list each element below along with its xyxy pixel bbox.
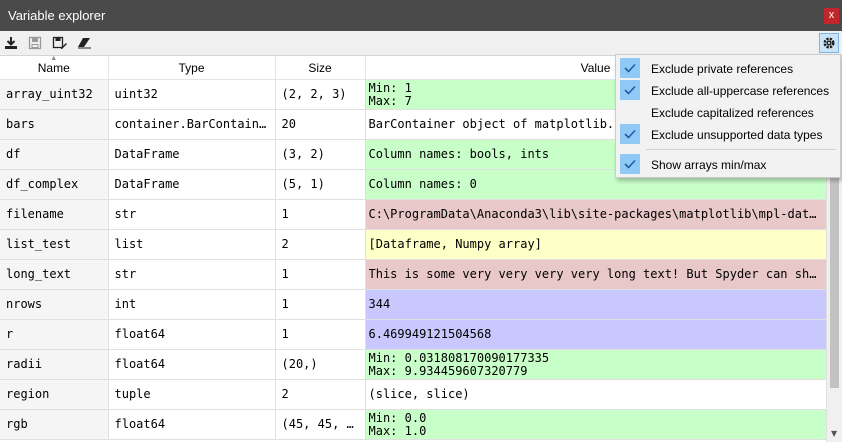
value-line: 6.469949121504568 [368,328,492,341]
gear-icon[interactable] [819,33,839,53]
value-line: [Dataframe, Numpy array] [368,238,542,251]
column-header-size[interactable]: Size [275,56,366,80]
cell-size[interactable]: (20,) [275,349,366,380]
value-line: (slice, slice) [368,388,470,401]
value-line: 344 [368,298,391,311]
cell-size[interactable]: 2 [275,379,366,410]
scrollbar-thumb[interactable] [830,174,839,388]
menu-item-exclude-unsupported[interactable]: Exclude unsupported data types [617,124,839,146]
cell-value[interactable]: (slice, slice) [365,379,826,410]
options-menu: Exclude private references Exclude all-u… [615,54,841,178]
table-row[interactable]: r float64 1 6.469949121504568 [0,319,826,350]
close-button[interactable]: x [824,8,839,24]
cell-size[interactable]: (5, 1) [275,169,366,200]
table-row[interactable]: region tuple 2 (slice, slice) [0,379,826,410]
cell-size[interactable]: 2 [275,229,366,260]
menu-separator [646,149,836,150]
value-line: Max: 1.0 [368,423,427,438]
value-line: This is some very very very very long te… [368,268,820,281]
window-title: Variable explorer [8,8,106,23]
cell-size[interactable]: (45, 45, 4) [275,409,366,440]
cell-name[interactable]: radii [0,349,109,380]
cell-type[interactable]: str [108,259,276,290]
table-row[interactable]: long_text str 1 This is some very very very… [0,259,826,290]
cell-type[interactable]: float64 [108,409,276,440]
cell-value[interactable]: [Dataframe, Numpy array] [365,229,826,260]
cell-name[interactable]: nrows [0,289,109,320]
cell-type[interactable]: str [108,199,276,230]
scroll-down-icon[interactable]: ▼ [831,429,837,438]
table-row[interactable]: list_test list 2 [Dataframe, Numpy array] [0,229,826,260]
cell-value[interactable]: Min: 0.031808170090177335 Max: 9.93445960… [365,349,826,380]
cell-type[interactable]: uint32 [108,79,276,110]
menu-item-exclude-capitalized[interactable]: Exclude capitalized references [617,102,839,124]
menu-item-show-minmax[interactable]: Show arrays min/max [617,154,839,176]
cell-name[interactable]: array_uint32 [0,79,109,110]
table-row[interactable]: rgb float64 (45, 45, 4) Min: 0.0 Max: 1.0 [0,409,826,440]
sort-arrow-icon: ▲ [50,56,58,62]
cell-name[interactable]: bars [0,109,109,140]
cell-name[interactable]: long_text [0,259,109,290]
cell-type[interactable]: DataFrame [108,169,276,200]
cell-size[interactable]: 1 [275,319,366,350]
cell-size[interactable]: 20 [275,109,366,140]
check-icon [620,154,640,174]
cell-name[interactable]: rgb [0,409,109,440]
check-icon [620,58,640,78]
save-data-icon[interactable] [26,34,44,52]
check-icon [620,124,640,144]
value-line: Min: 0.031808170090177335 [368,351,550,365]
cell-name[interactable]: region [0,379,109,410]
cell-type[interactable]: tuple [108,379,276,410]
cell-size[interactable]: (3, 2) [275,139,366,170]
save-as-icon[interactable] [51,34,69,52]
value-line: Min: 0.0 [368,411,427,425]
check-icon [620,80,640,100]
cell-value[interactable]: This is some very very very very long te… [365,259,826,290]
cell-name[interactable]: r [0,319,109,350]
toolbar [0,31,842,56]
cell-type[interactable]: container.BarContainer [108,109,276,140]
cell-type[interactable]: float64 [108,319,276,350]
cell-name[interactable]: df_complex [0,169,109,200]
title-bar: Variable explorer x [0,0,842,31]
column-header-type[interactable]: Type [108,56,276,80]
remove-all-icon[interactable] [75,34,93,52]
cell-size[interactable]: 1 [275,259,366,290]
table-row[interactable]: nrows int 1 344 [0,289,826,320]
cell-value[interactable]: 6.469949121504568 [365,319,826,350]
cell-type[interactable]: int [108,289,276,320]
value-line: C:\ProgramData\Anaconda3\lib\site-packag… [368,208,820,221]
cell-name[interactable]: df [0,139,109,170]
cell-name[interactable]: list_test [0,229,109,260]
cell-type[interactable]: list [108,229,276,260]
cell-size[interactable]: 1 [275,289,366,320]
import-data-icon[interactable] [2,34,20,52]
cell-value[interactable]: 344 [365,289,826,320]
value-line: Max: 9.934459607320779 [368,363,528,378]
cell-value[interactable]: Min: 0.0 Max: 1.0 [365,409,826,440]
value-line: Column names: 0 [368,178,477,191]
column-header-name[interactable]: ▲ Name [0,56,109,80]
cell-size[interactable]: 1 [275,199,366,230]
menu-item-exclude-private[interactable]: Exclude private references [617,58,839,80]
cell-size[interactable]: (2, 2, 3) [275,79,366,110]
cell-name[interactable]: filename [0,199,109,230]
menu-item-exclude-uppercase[interactable]: Exclude all-uppercase references [617,80,839,102]
table-row[interactable]: radii float64 (20,) Min: 0.0318081700901773… [0,349,826,380]
cell-type[interactable]: float64 [108,349,276,380]
cell-type[interactable]: DataFrame [108,139,276,170]
table-row[interactable]: filename str 1 C:\ProgramData\Anaconda3\lib… [0,199,826,230]
cell-value[interactable]: C:\ProgramData\Anaconda3\lib\site-packag… [365,199,826,230]
